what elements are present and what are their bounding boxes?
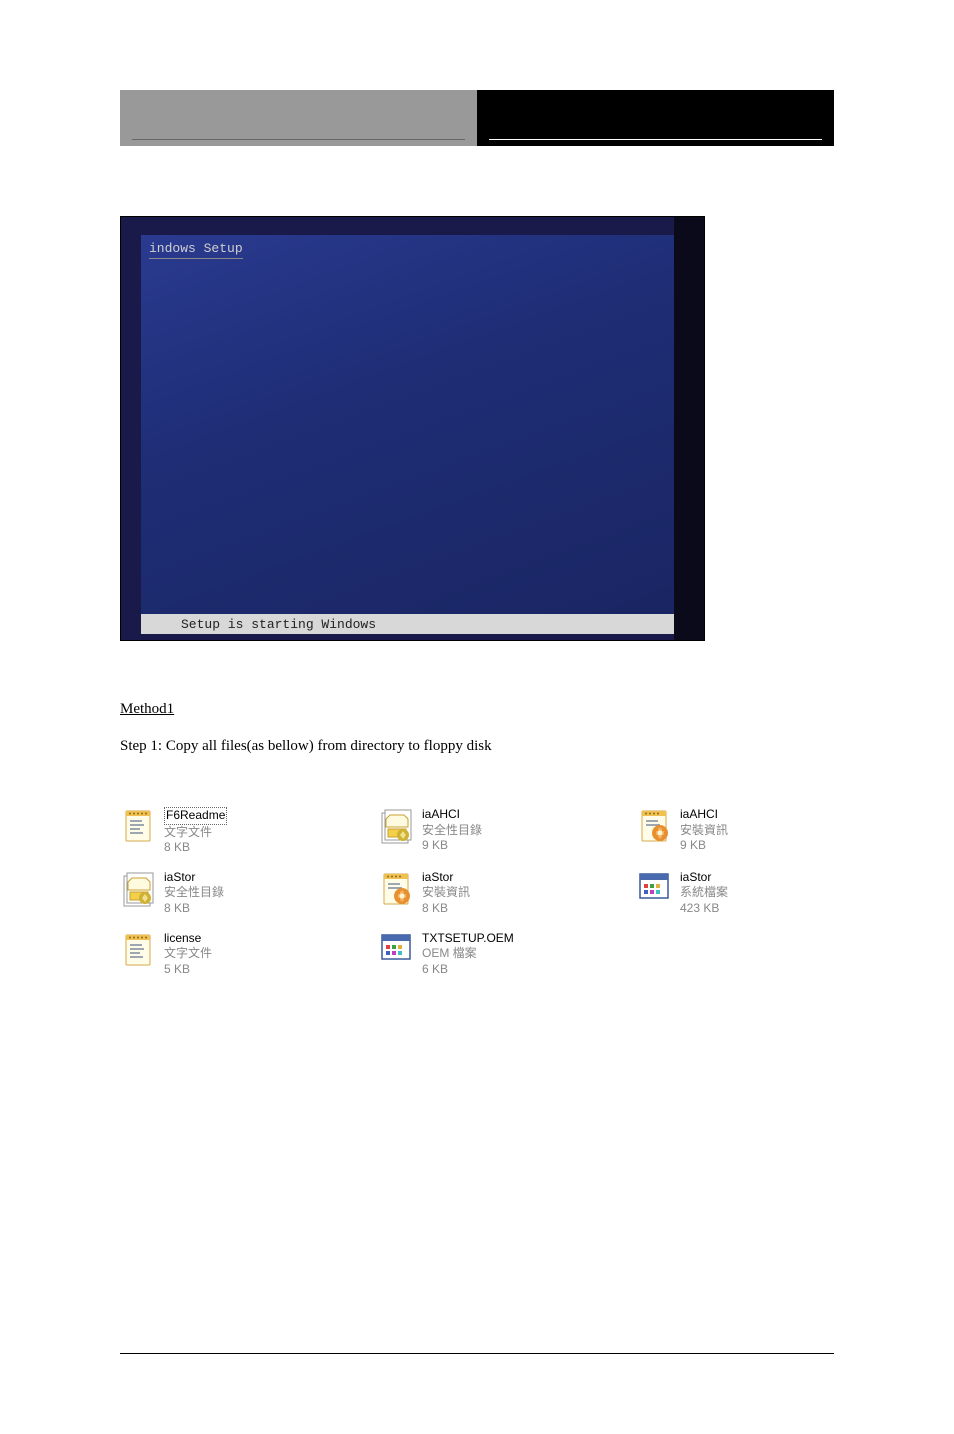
setup-screen: indows Setup Setup is starting Windows (141, 235, 674, 634)
file-details: iaAHCI安全性目錄9 KB (422, 807, 482, 854)
file-name: iaStor (164, 870, 224, 886)
file-item: iaStor系統檔案423 KB (636, 870, 834, 917)
file-type: 安全性目錄 (164, 885, 224, 901)
file-type: 安裝資訊 (680, 823, 728, 839)
file-item: TXTSETUP.OEMOEM 檔案6 KB (378, 931, 576, 978)
file-size: 8 KB (422, 901, 470, 917)
file-item: iaStor安裝資訊8 KB (378, 870, 576, 917)
file-type: 安裝資訊 (422, 885, 470, 901)
file-details: iaStor系統檔案423 KB (680, 870, 728, 917)
file-item: F6Readme文字文件8 KB (120, 807, 318, 856)
windows-setup-screenshot: indows Setup Setup is starting Windows (120, 216, 705, 641)
notepad-icon (120, 931, 156, 971)
screenshot-border (674, 217, 704, 640)
file-size: 5 KB (164, 962, 212, 978)
file-item: iaAHCI安全性目錄9 KB (378, 807, 576, 856)
file-name: iaStor (680, 870, 728, 886)
inf-icon (378, 870, 414, 910)
notepad-icon (120, 807, 156, 847)
file-grid: F6Readme文字文件8 KBiaAHCI安全性目錄9 KBiaAHCI安裝資… (120, 807, 834, 977)
file-type: 文字文件 (164, 946, 212, 962)
file-name: license (164, 931, 212, 947)
setup-title: indows Setup (149, 241, 243, 259)
file-size: 6 KB (422, 962, 514, 978)
file-name: TXTSETUP.OEM (422, 931, 514, 947)
header-left-text (132, 139, 465, 140)
file-type: OEM 檔案 (422, 946, 514, 962)
setup-status-text: Setup is starting Windows (181, 617, 376, 632)
instruction-text: Step 1: Copy all files(as bellow) from d… (120, 736, 834, 757)
header-right-section (477, 90, 834, 146)
file-details: TXTSETUP.OEMOEM 檔案6 KB (422, 931, 514, 978)
page-footer-line (120, 1353, 834, 1354)
file-details: license文字文件5 KB (164, 931, 212, 978)
header-right-text (489, 122, 822, 140)
file-type: 安全性目錄 (422, 823, 482, 839)
security-icon (120, 870, 156, 910)
file-item: license文字文件5 KB (120, 931, 318, 978)
file-item: iaStor安全性目錄8 KB (120, 870, 318, 917)
file-name: F6Readme (164, 807, 227, 825)
sys-icon (636, 870, 672, 910)
security-icon (378, 807, 414, 847)
page-header (120, 90, 834, 146)
file-type: 系統檔案 (680, 885, 728, 901)
file-name: iaStor (422, 870, 470, 886)
file-type: 文字文件 (164, 825, 227, 841)
file-size: 8 KB (164, 901, 224, 917)
file-size: 8 KB (164, 840, 227, 856)
method-label: Method1 (120, 701, 834, 718)
file-details: iaStor安全性目錄8 KB (164, 870, 224, 917)
file-details: F6Readme文字文件8 KB (164, 807, 227, 856)
oem-icon (378, 931, 414, 971)
inf-icon (636, 807, 672, 847)
file-size: 9 KB (680, 838, 728, 854)
file-size: 423 KB (680, 901, 728, 917)
setup-status-bar: Setup is starting Windows (141, 614, 674, 634)
file-details: iaStor安裝資訊8 KB (422, 870, 470, 917)
file-size: 9 KB (422, 838, 482, 854)
file-name: iaAHCI (680, 807, 728, 823)
file-name: iaAHCI (422, 807, 482, 823)
file-item: iaAHCI安裝資訊9 KB (636, 807, 834, 856)
file-details: iaAHCI安裝資訊9 KB (680, 807, 728, 854)
header-left-section (120, 90, 477, 146)
